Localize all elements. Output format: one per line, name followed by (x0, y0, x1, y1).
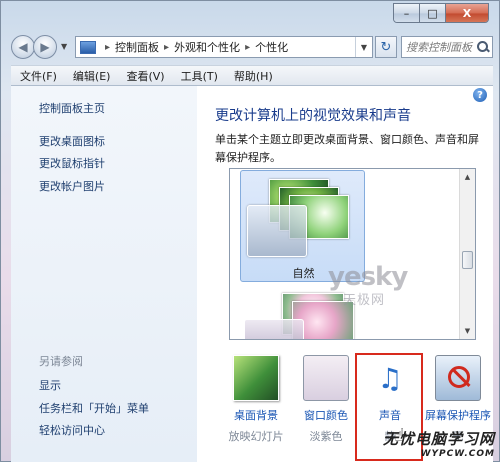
breadcrumb-separator-icon[interactable]: ▸ (164, 42, 169, 53)
site-watermark-url: WYPCW.COM (420, 449, 495, 459)
page-description: 单击某个主题立即更改桌面背景、窗口颜色、声音和屏幕保护程序。 (215, 133, 479, 164)
menu-bar: 文件(F) 编辑(E) 查看(V) 工具(T) 帮助(H) (11, 65, 493, 86)
breadcrumb-separator-icon[interactable]: ▸ (105, 42, 110, 53)
menu-view[interactable]: 查看(V) (126, 68, 164, 84)
menu-help[interactable]: 帮助(H) (234, 68, 273, 84)
refresh-icon[interactable]: ↻ (375, 36, 397, 58)
window-color-value: 淡紫色 (309, 430, 343, 443)
breadcrumb-appearance[interactable]: 外观和个性化 (174, 39, 240, 55)
desktop-background-icon (233, 355, 279, 401)
scroll-up-icon[interactable]: ▲ (460, 169, 475, 185)
sidebar-link-control-panel-home[interactable]: 控制面板主页 (39, 100, 105, 116)
menu-tools[interactable]: 工具(T) (181, 68, 218, 84)
theme-list-scrollbar[interactable]: ▲ ▼ (459, 169, 475, 339)
desktop-background-value: 放映幻灯片 (228, 430, 284, 443)
window-color-link[interactable]: 窗口颜色 (289, 407, 363, 423)
navigation-bar: ◀ ▶ ▼ ▸ 控制面板 ▸ 外观和个性化 ▸ 个性化 ▼ ↻ 搜索控制面板 (11, 34, 493, 60)
menu-edit[interactable]: 编辑(E) (73, 68, 111, 84)
back-arrow-icon[interactable]: ◀ (11, 35, 35, 59)
no-screensaver-icon (448, 366, 470, 388)
help-icon[interactable]: ? (473, 88, 487, 102)
window-color-option[interactable]: 窗口颜色 淡紫色 (295, 355, 357, 461)
sounds-link[interactable]: 声音 (353, 407, 427, 423)
screen-saver-icon (435, 355, 481, 401)
task-sidebar: 控制面板主页 更改桌面图标 更改鼠标指针 更改帐户图片 另请参阅 显示 任务栏和… (11, 86, 197, 462)
minimize-button[interactable]: – (394, 4, 420, 22)
site-watermark: 无忧电脑学习网 WYPCW.COM (383, 428, 495, 459)
search-input[interactable]: 搜索控制面板 (401, 36, 493, 58)
desktop-background-option[interactable]: 桌面背景 放映幻灯片 (225, 355, 287, 461)
yesky-watermark-sub: 天极网 (343, 293, 386, 308)
window-controls: – □ X (393, 3, 489, 23)
see-also-heading: 另请参阅 (39, 355, 83, 368)
sounds-icon: ♫ (377, 361, 403, 395)
breadcrumb-personalization[interactable]: 个性化 (255, 39, 288, 55)
breadcrumb-separator-icon[interactable]: ▸ (245, 42, 250, 53)
site-watermark-title: 无忧电脑学习网 (382, 430, 495, 448)
maximize-button[interactable]: □ (420, 4, 446, 22)
recent-pages-chevron-icon[interactable]: ▼ (61, 42, 67, 51)
sidebar-link-mouse-pointers[interactable]: 更改鼠标指针 (39, 155, 105, 171)
scroll-down-icon[interactable]: ▼ (460, 323, 475, 339)
window-color-preview (247, 205, 307, 257)
scroll-thumb[interactable] (462, 251, 473, 269)
window-frame: – □ X ◀ ▶ ▼ ▸ 控制面板 ▸ 外观和个性化 ▸ 个性化 ▼ ↻ 搜索… (0, 0, 500, 462)
main-panel: ? 更改计算机上的视觉效果和声音 单击某个主题立即更改桌面背景、窗口颜色、声音和… (197, 86, 493, 462)
yesky-watermark: yesky (328, 262, 408, 292)
address-dropdown-icon[interactable]: ▼ (354, 37, 372, 57)
window-color-preview (244, 319, 304, 339)
theme-list[interactable]: 自然 ▲ ▼ (229, 168, 476, 340)
control-panel-icon (80, 40, 96, 54)
breadcrumb-control-panel[interactable]: 控制面板 (115, 39, 159, 55)
sidebar-link-display[interactable]: 显示 (39, 377, 61, 393)
menu-file[interactable]: 文件(F) (20, 68, 57, 84)
address-bar[interactable]: ▸ 控制面板 ▸ 外观和个性化 ▸ 个性化 ▼ (75, 36, 373, 58)
sidebar-link-taskbar-start-menu[interactable]: 任务栏和「开始」菜单 (39, 400, 149, 416)
sidebar-link-account-picture[interactable]: 更改帐户图片 (39, 178, 105, 194)
sidebar-link-desktop-icons[interactable]: 更改桌面图标 (39, 133, 105, 149)
close-button[interactable]: X (446, 4, 488, 22)
content-area: 控制面板主页 更改桌面图标 更改鼠标指针 更改帐户图片 另请参阅 显示 任务栏和… (11, 86, 493, 462)
window-color-icon (303, 355, 349, 401)
desktop-background-link[interactable]: 桌面背景 (219, 407, 293, 423)
forward-arrow-icon[interactable]: ▶ (33, 35, 57, 59)
search-icon[interactable] (477, 41, 489, 53)
search-placeholder: 搜索控制面板 (406, 41, 472, 54)
screen-saver-link[interactable]: 屏幕保护程序 (421, 407, 495, 423)
sidebar-link-ease-of-access[interactable]: 轻松访问中心 (39, 422, 105, 438)
page-title: 更改计算机上的视觉效果和声音 (215, 108, 411, 124)
